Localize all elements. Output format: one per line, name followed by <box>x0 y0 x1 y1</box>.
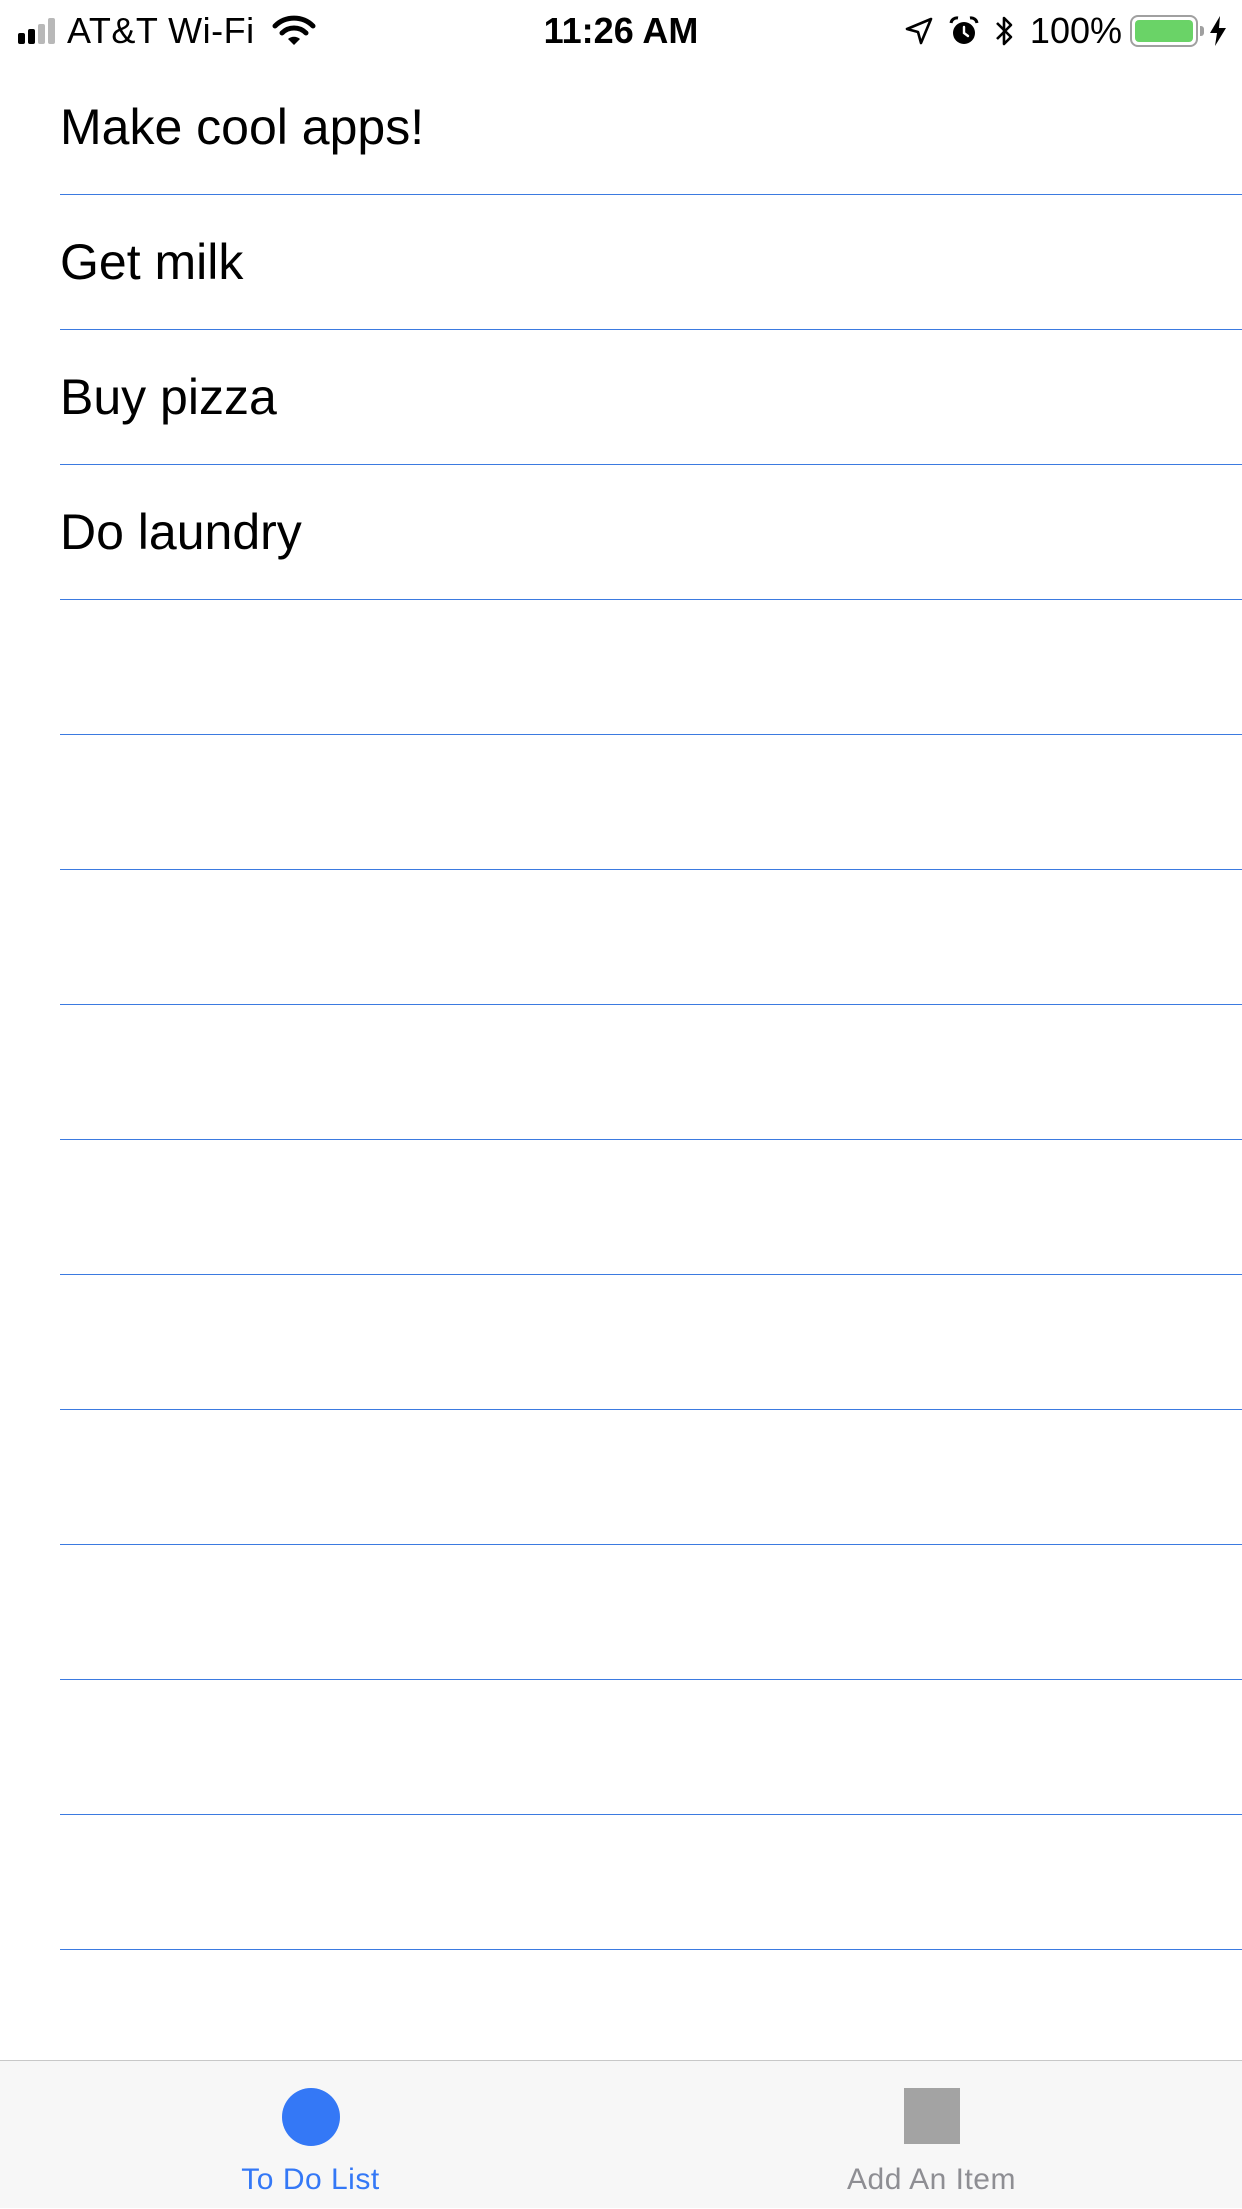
tab-to-do-list[interactable]: To Do List <box>0 2061 621 2209</box>
list-item[interactable]: Get milk <box>60 195 1242 330</box>
todo-list: Make cool apps! Get milk Buy pizza Do la… <box>0 60 1242 1950</box>
list-item[interactable] <box>60 1410 1242 1545</box>
tab-bar: To Do List Add An Item <box>0 2060 1242 2208</box>
list-item-label: Buy pizza <box>60 369 277 425</box>
battery-icon <box>1130 15 1204 47</box>
list-item-label: Make cool apps! <box>60 99 425 155</box>
list-item[interactable] <box>60 1275 1242 1410</box>
list-item[interactable] <box>60 1545 1242 1680</box>
status-right: 100% <box>904 10 1228 52</box>
list-item[interactable]: Make cool apps! <box>60 60 1242 195</box>
tab-add-an-item[interactable]: Add An Item <box>621 2061 1242 2209</box>
list-item[interactable] <box>60 1140 1242 1275</box>
list-item[interactable]: Do laundry <box>60 465 1242 600</box>
list-item-label: Get milk <box>60 234 244 290</box>
list-item[interactable] <box>60 870 1242 1005</box>
location-arrow-icon <box>905 17 933 45</box>
list-item[interactable]: Buy pizza <box>60 330 1242 465</box>
battery-fill <box>1135 20 1193 42</box>
battery-nub <box>1200 26 1204 36</box>
circle-icon <box>281 2088 340 2146</box>
square-icon <box>903 2088 960 2144</box>
list-item[interactable] <box>60 1680 1242 1815</box>
battery-percent: 100% <box>1029 10 1122 51</box>
charging-bolt-icon <box>1210 16 1226 46</box>
tab-label: Add An Item <box>847 2163 1016 2196</box>
list-item-label: Do laundry <box>60 504 302 560</box>
status-bar: AT&T Wi-Fi 11:26 AM 100% <box>0 0 1242 62</box>
list-item[interactable] <box>60 1005 1242 1140</box>
list-item[interactable] <box>60 1815 1242 1950</box>
list-item[interactable] <box>60 600 1242 735</box>
bluetooth-icon <box>996 16 1013 46</box>
tab-label: To Do List <box>241 2163 380 2196</box>
alarm-icon <box>949 16 979 44</box>
list-item[interactable] <box>60 735 1242 870</box>
